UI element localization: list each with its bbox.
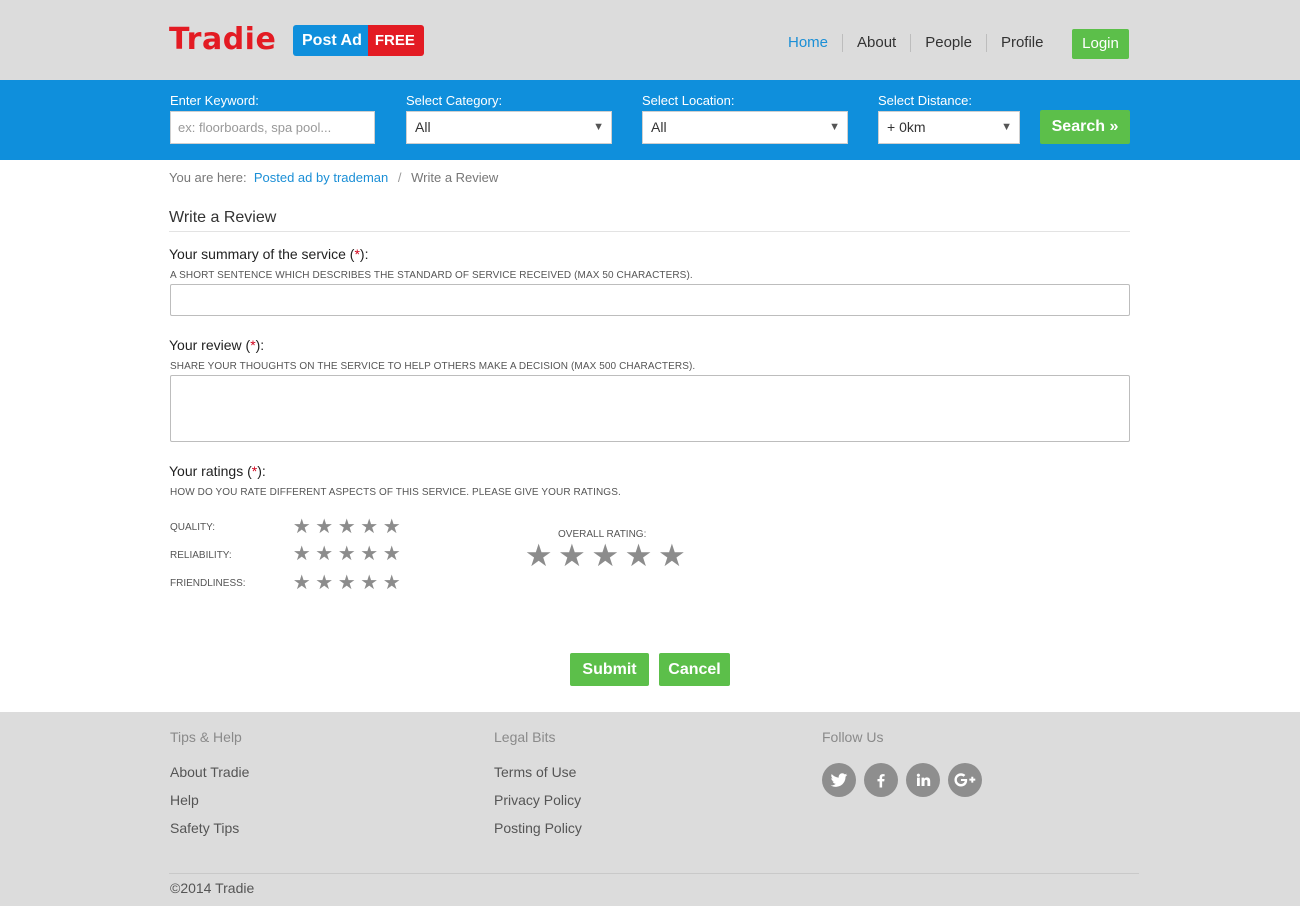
location-select[interactable]: All ▼ xyxy=(642,111,848,144)
star-icon[interactable]: ★ xyxy=(291,570,314,595)
main-nav: Home About People Profile xyxy=(774,34,1057,52)
footer-follow-title: Follow Us xyxy=(822,729,884,745)
location-label: Select Location: xyxy=(642,93,735,108)
star-icon: ★ xyxy=(657,538,686,573)
twitter-icon[interactable] xyxy=(822,763,856,797)
star-icon[interactable]: ★ xyxy=(359,541,382,566)
keyword-label: Enter Keyword: xyxy=(170,93,259,108)
breadcrumb: You are here: Posted ad by trademan / Wr… xyxy=(169,170,498,185)
dropdown-arrow-icon: ▼ xyxy=(1001,121,1012,133)
footer-link-posting[interactable]: Posting Policy xyxy=(494,820,582,836)
star-icon: ★ xyxy=(624,538,653,573)
category-value: All xyxy=(415,119,431,135)
star-icon[interactable]: ★ xyxy=(381,541,404,566)
footer-link-about-tradie[interactable]: About Tradie xyxy=(170,764,249,780)
friendliness-stars[interactable]: ★ ★ ★ ★ ★ xyxy=(291,570,404,595)
star-icon[interactable]: ★ xyxy=(336,570,359,595)
star-icon[interactable]: ★ xyxy=(336,541,359,566)
nav-about[interactable]: About xyxy=(842,34,910,52)
breadcrumb-current: Write a Review xyxy=(411,170,499,185)
review-textarea[interactable] xyxy=(170,375,1130,442)
breadcrumb-prefix: You are here: xyxy=(169,170,247,185)
nav-profile[interactable]: Profile xyxy=(985,34,1058,52)
free-badge: FREE xyxy=(367,25,424,56)
overall-rating-stars: ★ ★ ★ ★ ★ xyxy=(522,538,688,574)
dropdown-arrow-icon: ▼ xyxy=(593,121,604,133)
star-icon[interactable]: ★ xyxy=(381,570,404,595)
search-button[interactable]: Search » xyxy=(1040,110,1130,144)
category-label: Select Category: xyxy=(406,93,503,108)
star-icon[interactable]: ★ xyxy=(291,514,314,539)
star-icon[interactable]: ★ xyxy=(314,514,337,539)
search-button-label: Search xyxy=(1051,118,1105,135)
double-chevron-right-icon: » xyxy=(1109,118,1119,135)
login-button[interactable]: Login xyxy=(1072,29,1129,59)
ratings-help: How do you rate different aspects of thi… xyxy=(170,487,621,498)
summary-label: Your summary of the service (*): xyxy=(169,246,369,262)
footer-link-privacy[interactable]: Privacy Policy xyxy=(494,792,581,808)
post-ad-label: Post Ad xyxy=(293,25,368,56)
footer-link-help[interactable]: Help xyxy=(170,792,199,808)
footer-link-safety-tips[interactable]: Safety Tips xyxy=(170,820,239,836)
post-ad-button[interactable]: Post Ad FREE xyxy=(293,25,424,56)
site-logo[interactable]: Tradie xyxy=(169,22,276,57)
star-icon[interactable]: ★ xyxy=(291,541,314,566)
linkedin-icon[interactable] xyxy=(906,763,940,797)
reliability-stars[interactable]: ★ ★ ★ ★ ★ xyxy=(291,541,404,566)
footer-legal-title: Legal Bits xyxy=(494,729,556,745)
breadcrumb-link[interactable]: Posted ad by trademan xyxy=(254,170,388,185)
cancel-button[interactable]: Cancel xyxy=(659,653,730,686)
footer-tips-title: Tips & Help xyxy=(170,729,242,745)
reliability-label: Reliability: xyxy=(170,550,232,561)
star-icon: ★ xyxy=(558,538,586,573)
ratings-label: Your ratings (*): xyxy=(169,463,266,479)
page-title: Write a Review xyxy=(169,209,277,226)
star-icon[interactable]: ★ xyxy=(314,541,337,566)
search-bar: Enter Keyword: Select Category: All ▼ Se… xyxy=(0,80,1300,160)
submit-button[interactable]: Submit xyxy=(570,653,649,686)
summary-input[interactable] xyxy=(170,284,1130,316)
google-plus-icon[interactable] xyxy=(948,763,982,797)
star-icon[interactable]: ★ xyxy=(359,514,382,539)
distance-label: Select Distance: xyxy=(878,93,972,108)
keyword-input[interactable] xyxy=(170,111,375,144)
footer-link-terms[interactable]: Terms of Use xyxy=(494,764,576,780)
friendliness-label: Friendliness: xyxy=(170,578,246,589)
footer: Tips & Help About Tradie Help Safety Tip… xyxy=(0,712,1300,906)
category-select[interactable]: All ▼ xyxy=(406,111,612,144)
star-icon[interactable]: ★ xyxy=(336,514,359,539)
distance-select[interactable]: + 0km ▼ xyxy=(878,111,1020,144)
facebook-icon[interactable] xyxy=(864,763,898,797)
star-icon[interactable]: ★ xyxy=(314,570,337,595)
star-icon: ★ xyxy=(524,538,553,573)
location-value: All xyxy=(651,119,667,135)
header: Tradie Post Ad FREE Home About People Pr… xyxy=(0,0,1300,80)
nav-people[interactable]: People xyxy=(910,34,986,52)
review-help: Share your thoughts on the service to he… xyxy=(170,361,696,372)
footer-divider xyxy=(169,873,1139,874)
copyright: ©2014 Tradie xyxy=(170,880,255,896)
review-label: Your review (*): xyxy=(169,337,265,353)
nav-home[interactable]: Home xyxy=(774,34,842,52)
quality-stars[interactable]: ★ ★ ★ ★ ★ xyxy=(291,514,404,539)
star-icon[interactable]: ★ xyxy=(381,514,404,539)
quality-label: Quality: xyxy=(170,522,216,533)
dropdown-arrow-icon: ▼ xyxy=(829,121,840,133)
divider xyxy=(169,231,1130,232)
star-icon: ★ xyxy=(591,538,620,573)
star-icon[interactable]: ★ xyxy=(359,570,382,595)
breadcrumb-separator: / xyxy=(397,170,402,185)
summary-help: A short sentence which describes the sta… xyxy=(170,270,693,281)
distance-value: + 0km xyxy=(887,119,926,135)
